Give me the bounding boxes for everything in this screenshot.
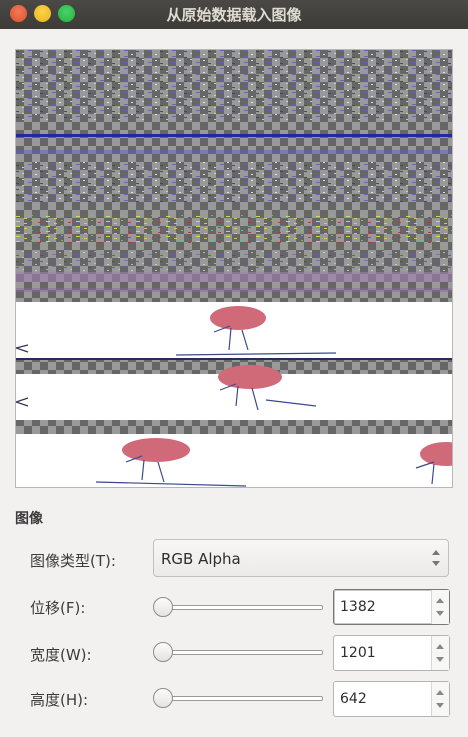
combo-arrows-icon — [432, 548, 440, 568]
height-slider[interactable] — [153, 688, 323, 708]
height-slider-handle[interactable] — [153, 688, 173, 708]
offset-slider-handle[interactable] — [153, 597, 173, 617]
height-spinbox[interactable]: 642 — [333, 681, 450, 717]
image-type-combo[interactable]: RGB Alpha — [153, 539, 449, 577]
offset-stepper-icon[interactable] — [431, 590, 449, 624]
window-title: 从原始数据载入图像 — [166, 6, 302, 24]
width-value: 1201 — [340, 645, 376, 661]
minimize-window-button[interactable] — [34, 5, 51, 22]
offset-label: 位移(F): — [30, 599, 86, 617]
width-stepper-icon[interactable] — [431, 636, 449, 670]
title-bar: 从原始数据载入图像 — [0, 0, 468, 29]
width-slider-handle[interactable] — [153, 642, 173, 662]
close-window-button[interactable] — [10, 5, 27, 22]
offset-spinbox[interactable]: 1382 — [333, 589, 450, 625]
height-slider-track — [161, 696, 323, 701]
width-spinbox[interactable]: 1201 — [333, 635, 450, 671]
image-type-label: 图像类型(T): — [30, 552, 116, 570]
height-label: 高度(H): — [30, 691, 89, 709]
offset-slider-track — [161, 605, 323, 610]
preview-canvas — [16, 50, 452, 487]
height-value: 642 — [340, 691, 367, 707]
width-slider-track — [161, 650, 323, 655]
raw-image-preview — [15, 49, 453, 488]
width-label: 宽度(W): — [30, 646, 92, 664]
offset-slider[interactable] — [153, 597, 323, 617]
image-type-value: RGB Alpha — [161, 550, 241, 568]
maximize-window-button[interactable] — [58, 5, 75, 22]
section-title: 图像 — [15, 511, 43, 527]
offset-value: 1382 — [340, 599, 376, 615]
height-stepper-icon[interactable] — [431, 682, 449, 716]
width-slider[interactable] — [153, 642, 323, 662]
